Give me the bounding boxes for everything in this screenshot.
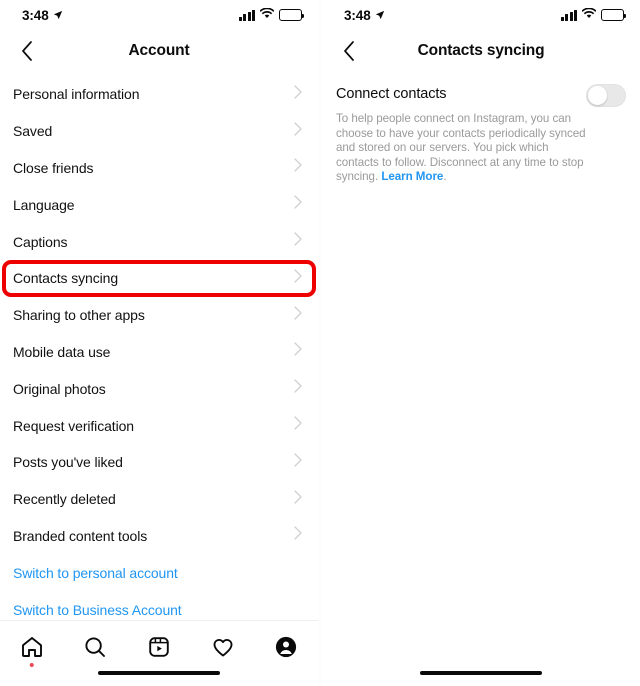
settings-row-original-photos[interactable]: Original photos bbox=[0, 370, 318, 407]
description-text: To help people connect on Instagram, you… bbox=[336, 112, 586, 183]
status-time-group: 3:48 bbox=[344, 8, 385, 23]
tab-activity[interactable] bbox=[200, 631, 246, 663]
chevron-right-icon bbox=[294, 490, 302, 509]
tab-search[interactable] bbox=[72, 631, 118, 663]
settings-row-recently-deleted[interactable]: Recently deleted bbox=[0, 481, 318, 518]
home-indicator-right bbox=[420, 670, 542, 675]
chevron-right-icon bbox=[294, 379, 302, 398]
tab-profile[interactable] bbox=[263, 631, 309, 663]
tab-reels[interactable] bbox=[136, 631, 182, 663]
settings-row-sharing-to-other-apps[interactable]: Sharing to other apps bbox=[0, 297, 318, 334]
settings-row-label: Switch to Business Account bbox=[13, 601, 182, 618]
chevron-left-icon bbox=[344, 41, 354, 61]
wifi-icon bbox=[259, 6, 275, 24]
left-phone-screen: 3:48 Account Personal information Saved … bbox=[0, 0, 318, 686]
back-button-left[interactable] bbox=[14, 38, 40, 64]
cellular-signal-icon bbox=[238, 9, 255, 21]
chevron-right-icon bbox=[294, 158, 302, 177]
settings-row-switch-to-personal-account[interactable]: Switch to personal account bbox=[0, 554, 318, 591]
chevron-right-icon bbox=[294, 453, 302, 472]
description-period: . bbox=[443, 170, 447, 183]
chevron-right-icon bbox=[294, 416, 302, 435]
bottom-tab-bar bbox=[0, 620, 318, 686]
settings-row-label: Captions bbox=[13, 233, 68, 250]
nav-header-right: Contacts syncing bbox=[322, 30, 640, 72]
reels-icon bbox=[149, 637, 169, 657]
status-indicators-right bbox=[560, 6, 627, 24]
chevron-right-icon bbox=[294, 306, 302, 325]
battery-icon bbox=[279, 9, 305, 21]
chevron-right-icon bbox=[294, 232, 302, 251]
home-notification-badge bbox=[29, 662, 35, 667]
location-arrow-icon bbox=[375, 8, 385, 23]
settings-row-captions[interactable]: Captions bbox=[0, 223, 318, 260]
nav-header-left: Account bbox=[0, 30, 318, 72]
search-icon bbox=[85, 637, 106, 657]
connect-contacts-section: Connect contacts To help people connect … bbox=[322, 72, 640, 185]
settings-row-label: Personal information bbox=[13, 86, 140, 103]
settings-row-label: Saved bbox=[13, 123, 53, 140]
settings-row-label: Sharing to other apps bbox=[13, 307, 145, 324]
settings-row-posts-youve-liked[interactable]: Posts you've liked bbox=[0, 444, 318, 481]
settings-row-label: Mobile data use bbox=[13, 343, 111, 360]
settings-row-personal-information[interactable]: Personal information bbox=[0, 76, 318, 113]
location-arrow-icon bbox=[53, 8, 63, 23]
settings-row-label: Request verification bbox=[13, 417, 134, 434]
connect-contacts-header: Connect contacts bbox=[336, 84, 626, 107]
settings-row-close-friends[interactable]: Close friends bbox=[0, 150, 318, 187]
connect-contacts-description: To help people connect on Instagram, you… bbox=[336, 112, 588, 185]
learn-more-link[interactable]: Learn More bbox=[381, 170, 443, 183]
status-bar-right: 3:48 bbox=[322, 0, 640, 30]
profile-icon bbox=[276, 636, 297, 658]
settings-row-label: Branded content tools bbox=[13, 527, 148, 544]
status-bar-left: 3:48 bbox=[0, 0, 318, 30]
settings-row-saved[interactable]: Saved bbox=[0, 113, 318, 150]
settings-row-label: Original photos bbox=[13, 380, 106, 397]
connect-contacts-title: Connect contacts bbox=[336, 86, 447, 102]
settings-row-label: Contacts syncing bbox=[13, 270, 119, 287]
settings-row-label: Switch to personal account bbox=[13, 564, 178, 581]
status-time-text: 3:48 bbox=[344, 7, 371, 23]
page-title-right: Contacts syncing bbox=[417, 42, 545, 59]
right-phone-screen: 3:48 Contacts syncing Connect contacts T… bbox=[322, 0, 640, 686]
cellular-signal-icon bbox=[560, 9, 577, 21]
tab-home[interactable] bbox=[9, 631, 55, 667]
chevron-right-icon bbox=[294, 342, 302, 361]
back-button-right[interactable] bbox=[336, 38, 362, 64]
settings-row-language[interactable]: Language bbox=[0, 186, 318, 223]
wifi-icon bbox=[581, 6, 597, 24]
status-time-group: 3:48 bbox=[22, 8, 63, 23]
battery-icon bbox=[601, 9, 627, 21]
dual-screenshot-container: 3:48 Account Personal information Saved … bbox=[0, 0, 640, 686]
settings-row-request-verification[interactable]: Request verification bbox=[0, 407, 318, 444]
chevron-right-icon bbox=[294, 85, 302, 104]
chevron-right-icon bbox=[294, 122, 302, 141]
chevron-left-icon bbox=[22, 41, 32, 61]
chevron-right-icon bbox=[294, 526, 302, 545]
status-indicators-left bbox=[238, 6, 305, 24]
home-icon bbox=[21, 637, 42, 657]
page-title-left: Account bbox=[128, 42, 190, 59]
settings-row-branded-content-tools[interactable]: Branded content tools bbox=[0, 518, 318, 555]
settings-row-label: Posts you've liked bbox=[13, 454, 123, 471]
settings-row-label: Recently deleted bbox=[13, 491, 116, 508]
status-time-text: 3:48 bbox=[22, 7, 49, 23]
settings-row-mobile-data-use[interactable]: Mobile data use bbox=[0, 334, 318, 371]
heart-icon bbox=[213, 639, 233, 657]
chevron-right-icon bbox=[294, 195, 302, 214]
toggle-knob bbox=[588, 86, 607, 105]
account-settings-list: Personal information Saved Close friends… bbox=[0, 72, 318, 628]
settings-row-label: Close friends bbox=[13, 159, 94, 176]
settings-row-label: Language bbox=[13, 196, 75, 213]
chevron-right-icon bbox=[294, 269, 302, 288]
connect-contacts-toggle[interactable] bbox=[586, 84, 626, 107]
settings-row-contacts-syncing[interactable]: Contacts syncing bbox=[0, 259, 318, 297]
home-indicator-left bbox=[98, 670, 220, 675]
